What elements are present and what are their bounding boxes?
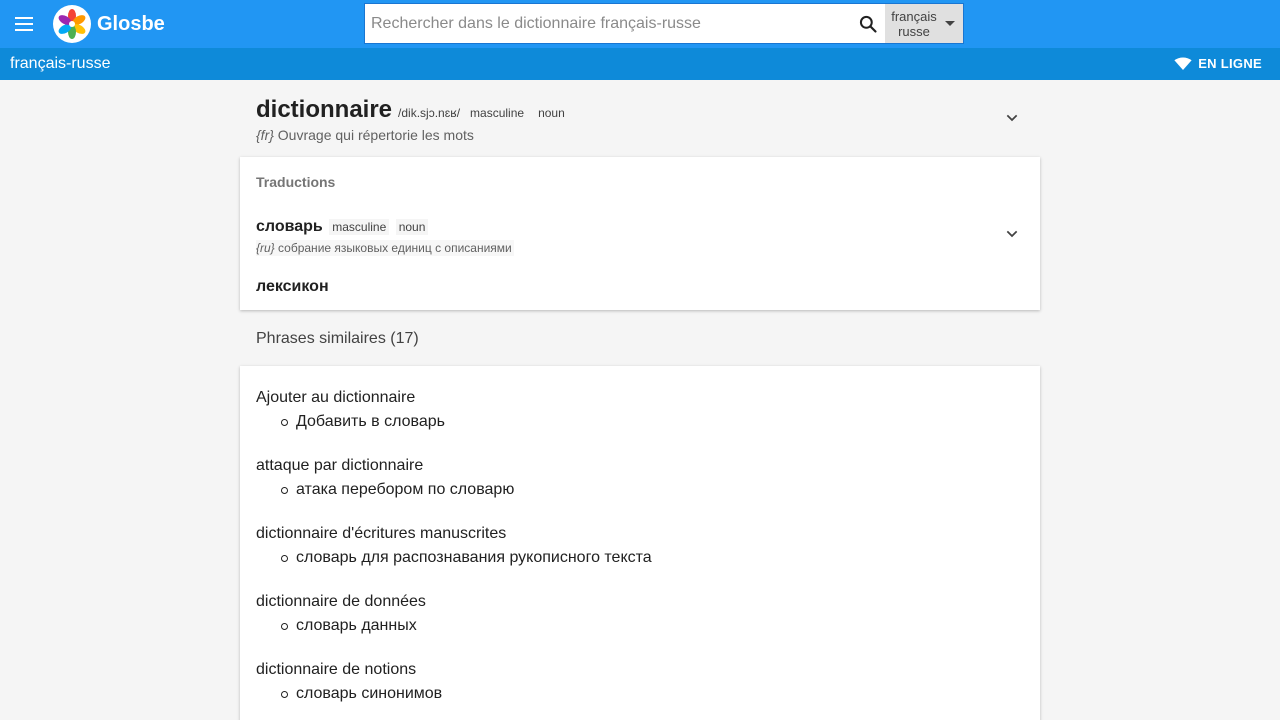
pos-tag: noun [538,106,565,120]
lang-to: russe [898,23,930,39]
phrase-translation[interactable]: словарь синонимов [256,684,1024,704]
translation-word: словарь [256,218,323,235]
definition-text: собрание языковых единиц с описаниями [278,241,512,255]
phrase-item: attaque par dictionnaire атака перебором… [256,456,1024,500]
definition-text: Ouvrage qui répertorie les mots [277,127,474,143]
phrase-item: dictionnaire d'écritures manuscrites сло… [256,524,1024,568]
search-button[interactable] [851,4,885,43]
language-pair-select[interactable]: français russe [885,4,963,43]
translations-card: Traductions словарь masculine noun {ru} … [240,157,1040,310]
phrase-source[interactable]: attaque par dictionnaire [256,456,1024,476]
phrase-translation[interactable]: Добавить в словарь [256,412,1024,432]
phrase-source[interactable]: Ajouter au dictionnaire [256,388,1024,408]
definition-lang: {fr} [256,127,274,143]
translation-item[interactable]: лексикон [256,278,329,296]
main-content: dictionnaire /dik.sjɔ.nɛʁ/ masculine nou… [240,80,1040,720]
entry-definition: {fr} Ouvrage qui répertorie les mots [256,127,1024,143]
brand-name[interactable]: Glosbe [97,12,165,36]
search-bar: français russe [364,3,964,44]
online-status-label: EN LIGNE [1198,56,1262,71]
translations-title: Traductions [256,174,336,190]
headword-line: dictionnaire /dik.sjɔ.nɛʁ/ masculine nou… [256,96,1024,124]
phrase-item: dictionnaire de données словарь данных [256,592,1024,636]
translation-expand-button[interactable] [1000,222,1024,246]
wifi-icon [1174,56,1192,70]
phonetic: /dik.sjɔ.nɛʁ/ [398,106,461,120]
entry-expand-button[interactable] [1000,106,1024,130]
phrase-item: dictionnaire de notions словарь синонимо… [256,660,1024,704]
dropdown-caret-icon [945,21,955,26]
headword: dictionnaire [256,96,393,123]
dictionary-title[interactable]: français-russe [10,55,110,73]
online-status-button[interactable]: EN LIGNE [1174,56,1262,71]
phrase-source[interactable]: dictionnaire d'écritures manuscrites [256,524,1024,544]
lang-from: français [891,8,937,24]
top-app-bar: Glosbe français russe [0,0,1280,48]
sub-bar: français-russe EN LIGNE [0,48,1280,80]
glosbe-logo[interactable] [53,5,91,43]
chevron-down-icon [1006,114,1018,122]
phrase-translation[interactable]: атака перебором по словарю [256,480,1024,500]
pos-tag: noun [395,219,429,235]
phrase-item: Ajouter au dictionnaire Добавить в слова… [256,388,1024,432]
gender-tag: masculine [470,106,525,120]
similar-phrases-card: Ajouter au dictionnaire Добавить в слова… [240,366,1040,720]
similar-phrases-title: Phrases similaires (17) [256,330,419,347]
chevron-down-icon [1006,230,1018,238]
search-input[interactable] [365,4,851,43]
phrase-source[interactable]: dictionnaire de notions [256,660,1024,680]
translation-item[interactable]: словарь masculine noun [256,218,429,236]
menu-icon[interactable] [12,12,36,36]
entry-header: dictionnaire /dik.sjɔ.nɛʁ/ masculine nou… [240,80,1040,157]
translation-definition: {ru} собрание языковых единиц с описания… [256,240,514,256]
phrase-translation[interactable]: словарь для распознавания рукописного те… [256,548,1024,568]
phrase-translation[interactable]: словарь данных [256,616,1024,636]
search-icon [859,15,877,33]
gender-tag: masculine [329,219,390,235]
language-pair-label: français russe [885,9,943,39]
definition-lang: {ru} [256,241,275,255]
phrase-source[interactable]: dictionnaire de données [256,592,1024,612]
